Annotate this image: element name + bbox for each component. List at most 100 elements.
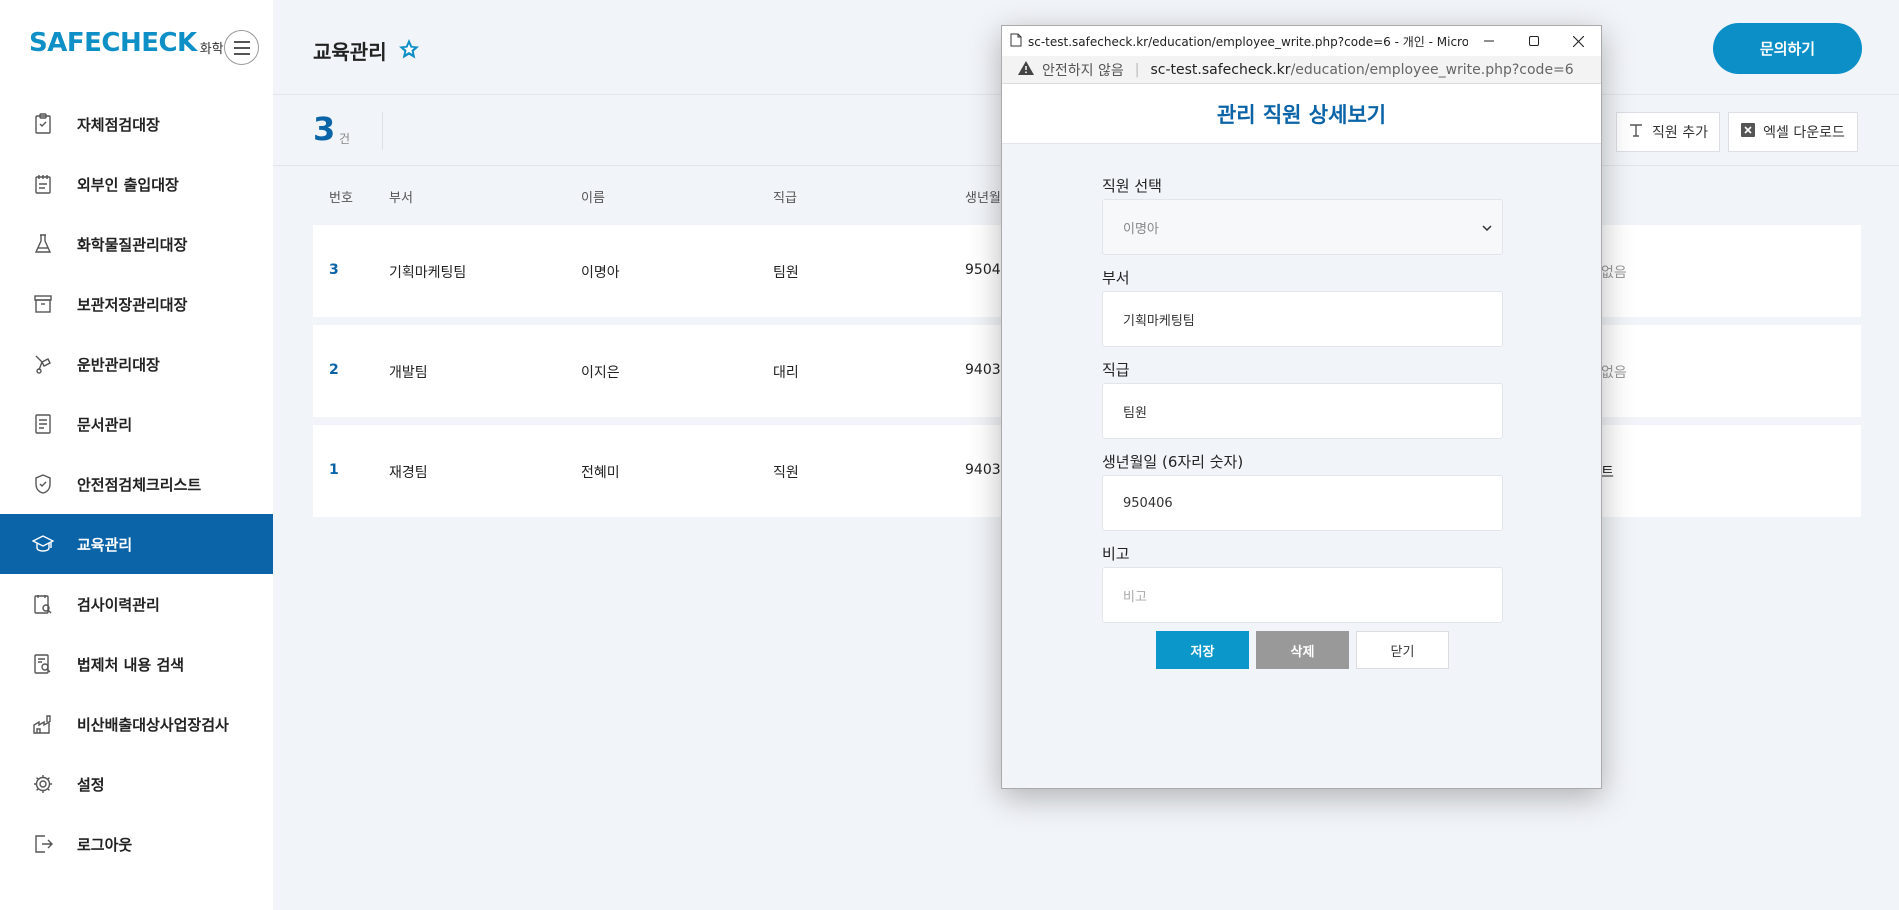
maximize-icon xyxy=(1528,36,1539,46)
row-dept: 개발팀 xyxy=(389,365,428,381)
shield-check-icon xyxy=(31,472,55,496)
note-placeholder: 비고 xyxy=(1123,589,1147,605)
factory-icon xyxy=(31,712,55,736)
warning-icon xyxy=(1018,60,1034,79)
sidebar-item-label: 문서관리 xyxy=(77,415,133,434)
column-header-number: 번호 xyxy=(329,191,353,206)
row-dept: 재경팀 xyxy=(389,465,428,481)
notepad-icon xyxy=(31,172,55,196)
sidebar-item-label: 비산배출대상사업장검사 xyxy=(77,715,229,734)
sidebar-item-label: 법제처 내용 검색 xyxy=(77,655,185,674)
sidebar: SAFECHECK 화학 자체점검대장 외부인 출입대장 화학물질관리대장 보관… xyxy=(0,0,273,910)
row-dept: 기획마케팅팀 xyxy=(389,265,467,281)
row-note: 없음 xyxy=(1601,265,1627,281)
close-button[interactable]: 닫기 xyxy=(1356,631,1449,669)
sidebar-item-label: 화학물질관리대장 xyxy=(77,235,188,254)
close-window-button[interactable] xyxy=(1556,26,1601,56)
sidebar-item-emission-inspection[interactable]: 비산배출대상사업장검사 xyxy=(0,694,273,754)
sidebar-item-legal-search[interactable]: 법제처 내용 검색 xyxy=(0,634,273,694)
sidebar-item-visitor-log[interactable]: 외부인 출입대장 xyxy=(0,154,273,214)
row-rank: 대리 xyxy=(773,365,799,381)
hamburger-icon-bar xyxy=(233,52,250,55)
total-count: 3 xyxy=(313,110,336,148)
minimize-icon xyxy=(1483,40,1494,42)
dept-field[interactable]: 기획마케팅팀 xyxy=(1102,291,1503,347)
minimize-button[interactable] xyxy=(1466,26,1511,56)
sidebar-item-documents[interactable]: 문서관리 xyxy=(0,394,273,454)
sidebar-item-storage-ledger[interactable]: 보관저장관리대장 xyxy=(0,274,273,334)
brand-logo[interactable]: SAFECHECK 화학 xyxy=(29,30,224,56)
sidebar-item-inspection-history[interactable]: 검사이력관리 xyxy=(0,574,273,634)
sidebar-item-logout[interactable]: 로그아웃 xyxy=(0,814,273,874)
row-rank: 직원 xyxy=(773,465,799,481)
flask-icon xyxy=(31,232,55,256)
row-note: 없음 xyxy=(1601,365,1627,381)
sidebar-item-label: 로그아웃 xyxy=(77,835,133,854)
popup-heading-bar: 관리 직원 상세보기 xyxy=(1002,84,1601,144)
save-button[interactable]: 저장 xyxy=(1156,631,1249,669)
close-icon xyxy=(1573,35,1584,47)
row-note: 트 xyxy=(1601,465,1614,481)
row-name: 전혜미 xyxy=(581,465,620,481)
sidebar-item-label: 운반관리대장 xyxy=(77,355,160,374)
row-number: 2 xyxy=(329,362,339,378)
favorite-star-icon[interactable] xyxy=(397,37,421,65)
sidebar-item-chemical-ledger[interactable]: 화학물질관리대장 xyxy=(0,214,273,274)
checklist-icon xyxy=(31,112,55,136)
sidebar-item-transport-ledger[interactable]: 운반관리대장 xyxy=(0,334,273,394)
gear-icon xyxy=(31,772,55,796)
rank-field[interactable]: 팀원 xyxy=(1102,383,1503,439)
graduation-cap-icon xyxy=(31,532,55,556)
sidebar-item-safety-checklist[interactable]: 안전점검체크리스트 xyxy=(0,454,273,514)
url-host: sc-test.safecheck.kr xyxy=(1150,61,1291,78)
row-number: 3 xyxy=(329,262,339,278)
sidebar-item-education[interactable]: 교육관리 xyxy=(0,514,273,574)
divider xyxy=(382,112,383,150)
hamburger-icon-bar xyxy=(233,46,250,49)
rank-label: 직급 xyxy=(1102,361,1130,379)
chevron-down-icon xyxy=(1482,220,1492,235)
column-header-rank: 직급 xyxy=(773,191,797,206)
menu-toggle-button[interactable] xyxy=(224,30,259,65)
address-separator: | xyxy=(1134,61,1140,78)
popup-titlebar[interactable]: sc-test.safecheck.kr/education/employee_… xyxy=(1002,26,1601,56)
hand-truck-icon xyxy=(31,352,55,376)
note-field[interactable]: 비고 xyxy=(1102,567,1503,623)
sidebar-item-self-inspection[interactable]: 자체점검대장 xyxy=(0,94,273,154)
delete-button[interactable]: 삭제 xyxy=(1256,631,1349,669)
page-icon xyxy=(1010,33,1022,50)
sidebar-item-label: 자체점검대장 xyxy=(77,115,160,134)
row-rank: 팀원 xyxy=(773,265,799,281)
address-bar[interactable]: 안전하지 않음 | sc-test.safecheck.kr /educatio… xyxy=(1002,56,1601,84)
page-title: 교육관리 xyxy=(313,40,387,64)
text-t-icon xyxy=(1628,122,1644,142)
popup-window-title: sc-test.safecheck.kr/education/employee_… xyxy=(1028,34,1468,49)
security-status: 안전하지 않음 xyxy=(1042,62,1124,79)
dept-label: 부서 xyxy=(1102,269,1130,287)
employee-form: 직원 선택 이명아 부서 기획마케팅팀 직급 팀원 생년월일 (6자리 숫자) … xyxy=(1102,175,1503,635)
note-label: 비고 xyxy=(1102,545,1130,563)
row-name: 이지은 xyxy=(581,365,620,381)
sidebar-item-label: 외부인 출입대장 xyxy=(77,175,179,194)
birthdate-field[interactable]: 950406 xyxy=(1102,475,1503,531)
brand-sub-text: 화학 xyxy=(199,42,224,57)
dept-value: 기획마케팅팀 xyxy=(1123,313,1195,329)
popup-heading: 관리 직원 상세보기 xyxy=(1216,102,1387,127)
excel-download-button[interactable]: 엑셀 다운로드 xyxy=(1728,112,1858,152)
sidebar-item-label: 검사이력관리 xyxy=(77,595,160,614)
brand-logo-text: SAFECHECK xyxy=(29,28,197,58)
inquiry-button[interactable]: 문의하기 xyxy=(1713,23,1862,74)
birthdate-value: 950406 xyxy=(1123,495,1173,511)
rank-value: 팀원 xyxy=(1123,405,1147,421)
sidebar-item-label: 교육관리 xyxy=(77,535,133,554)
total-count-unit: 건 xyxy=(339,132,351,146)
sidebar-item-label: 설정 xyxy=(77,775,105,794)
add-employee-button[interactable]: 직원 추가 xyxy=(1616,112,1720,152)
maximize-button[interactable] xyxy=(1511,26,1556,56)
employee-select[interactable]: 이명아 xyxy=(1102,199,1503,255)
column-header-name: 이름 xyxy=(581,191,605,206)
add-employee-label: 직원 추가 xyxy=(1652,125,1708,141)
employee-select-value: 이명아 xyxy=(1123,221,1159,237)
sidebar-item-settings[interactable]: 설정 xyxy=(0,754,273,814)
url-path: /education/employee_write.php?code=6 xyxy=(1290,61,1574,78)
